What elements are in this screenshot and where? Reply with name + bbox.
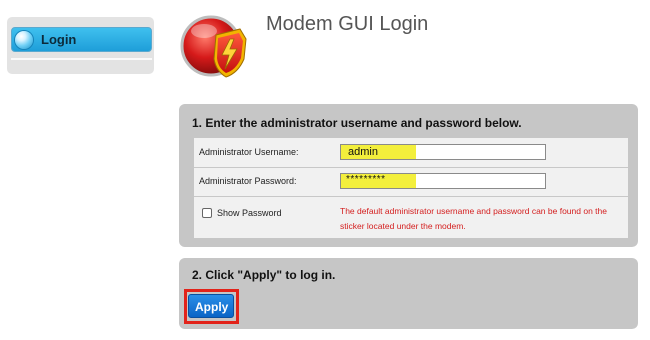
credentials-form: Administrator Username: admin Administra…: [194, 138, 628, 238]
credentials-panel: 1. Enter the administrator username and …: [179, 104, 638, 247]
sidebar-divider: [11, 58, 152, 60]
show-password-label: Show Password: [217, 208, 282, 218]
shield-lightning-logo: [180, 13, 250, 79]
apply-panel: 2. Click "Apply" to log in. Apply: [179, 258, 638, 329]
default-credentials-note: The default administrator username and p…: [340, 206, 607, 231]
globe-icon: [15, 31, 33, 49]
sidebar: Login: [7, 17, 154, 74]
step1-heading: 1. Enter the administrator username and …: [192, 116, 522, 130]
sidebar-item-label: Login: [41, 32, 77, 47]
username-value: admin: [348, 146, 378, 158]
sidebar-item-login[interactable]: Login: [11, 27, 152, 52]
row-divider: [194, 196, 628, 197]
username-field[interactable]: admin: [340, 144, 546, 160]
page-title: Modem GUI Login: [266, 13, 429, 35]
username-label: Administrator Username:: [199, 147, 299, 157]
apply-button[interactable]: Apply: [188, 294, 234, 318]
step2-heading: 2. Click "Apply" to log in.: [192, 268, 336, 282]
password-label: Administrator Password:: [199, 176, 297, 186]
password-value: *********: [346, 174, 386, 185]
show-password-checkbox[interactable]: [202, 208, 212, 218]
row-divider: [194, 167, 628, 168]
password-field[interactable]: *********: [340, 173, 546, 189]
